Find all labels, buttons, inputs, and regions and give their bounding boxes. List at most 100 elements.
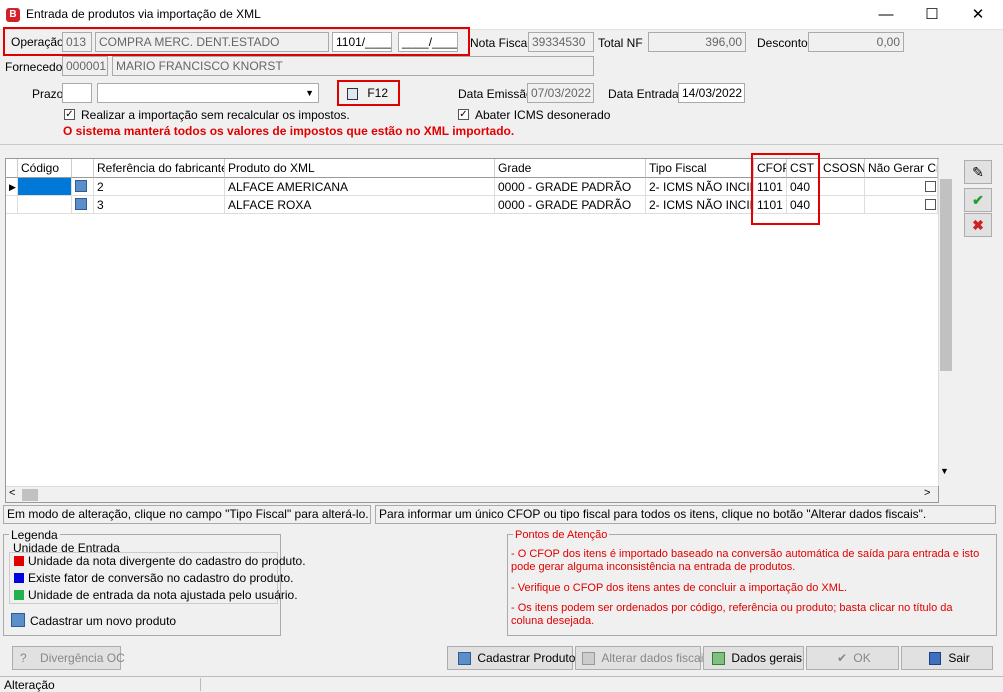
confirm-button[interactable]: ✔ [964,188,992,212]
prazo-select[interactable]: ▼ [97,83,319,103]
minimize-button[interactable]: — [863,0,909,30]
status-left: Em modo de alteração, clique no campo "T… [3,505,371,524]
total-nf-field[interactable]: 396,00 [648,32,746,52]
table-cell-nao-gerar[interactable] [865,196,938,214]
abater-checkbox[interactable]: ✓ [458,109,469,120]
col-csosn[interactable]: CSOSN [820,159,865,178]
warning-text: O sistema manterá todos os valores de im… [63,124,515,138]
table-cell-tipo[interactable]: 2- ICMS NÃO INCIDE [646,196,754,214]
nao-gerar-checkbox[interactable] [925,199,936,210]
add-product-icon[interactable] [11,613,25,627]
attention-p3b: coluna desejada. [511,615,595,627]
dados-gerais-button[interactable]: Dados gerais [703,646,804,670]
edit-button[interactable]: ✎ [964,160,992,184]
legend-item: Unidade de entrada da nota ajustada pelo… [28,588,298,602]
cfop-field-1[interactable]: 1101/____ [332,32,392,52]
hscroll-bar[interactable]: < > [6,486,938,502]
hscroll-thumb[interactable] [22,489,38,501]
col-nao-gerar[interactable]: Não Gerar Cré [865,159,938,178]
chevron-down-icon[interactable]: ▼ [940,466,949,476]
legend-red-swatch [14,556,24,566]
col-codigo[interactable]: Código [18,159,72,178]
cancel-button[interactable]: ✖ [964,213,992,237]
table-cell-produto[interactable]: ALFACE ROXA [225,196,495,214]
grid-icon [582,652,595,666]
vscroll-thumb[interactable] [940,179,952,371]
list-icon [712,652,725,666]
table-cell-codigo[interactable] [18,178,72,196]
check-icon: ✔ [972,192,984,208]
ok-button[interactable]: ✔ OK [806,646,899,670]
chevron-down-icon: ▼ [305,88,314,98]
divergencia-button[interactable]: ? Divergência OC [12,646,125,670]
fornecedor-code-field[interactable]: 000001 [62,56,108,76]
attention-p1: - O CFOP dos itens é importado baseado n… [511,548,980,560]
calendar-icon [347,87,358,100]
operacao-code-field[interactable]: 013 [62,32,92,52]
col-grade[interactable]: Grade [495,159,646,178]
sair-button[interactable]: Sair [901,646,993,670]
table-cell-grade[interactable]: 0000 - GRADE PADRÃO [495,196,646,214]
attention-p2: - Verifique o CFOP dos itens antes de co… [511,582,848,594]
prazo-label: Prazo [32,87,64,101]
fornecedor-label: Fornecedor [5,60,67,74]
product-icon [458,652,471,666]
attention-p3: - Os itens podem ser ordenados por códig… [511,602,953,614]
cfop-cst-highlight [751,153,820,225]
abater-label: Abater ICMS desonerado [475,108,611,122]
row-indicator [6,196,18,214]
alterar-dados-button[interactable]: Alterar dados fiscais [575,646,709,670]
close-button[interactable]: ✕ [955,0,1001,30]
table-cell-csosn[interactable] [820,196,865,214]
col-produto[interactable]: Produto do XML [225,159,495,178]
cadastrar-produtos-button[interactable]: Cadastrar Produtos [447,646,581,670]
realizar-label: Realizar a importação sem recalcular os … [81,108,350,122]
table-cell-nao-gerar[interactable] [865,178,938,196]
chevron-left-icon[interactable]: < [9,487,15,499]
data-emissao-label: Data Emissão [458,87,533,101]
product-link-icon[interactable] [72,196,94,214]
operacao-desc-field[interactable]: COMPRA MERC. DENT.ESTADO [95,32,329,52]
legend-item: Existe fator de conversão no cadastro do… [28,571,294,585]
table-cell-csosn[interactable] [820,178,865,196]
prazo-field[interactable] [62,83,92,103]
status-divider [200,678,201,691]
cfop-field-2[interactable]: ____/____ [398,32,458,52]
table-cell-produto[interactable]: ALFACE AMERICANA [225,178,495,196]
nao-gerar-checkbox[interactable] [925,181,936,192]
col-icon [72,159,94,178]
vscroll-track [938,159,939,486]
col-tipo-fiscal[interactable]: Tipo Fiscal [646,159,754,178]
realizar-checkbox[interactable]: ✓ [64,109,75,120]
col-referencia[interactable]: Referência do fabricante [94,159,225,178]
separator [0,144,1003,145]
status-bar [0,676,1003,691]
table-cell-ref[interactable]: 2 [94,178,225,196]
legend-blue-swatch [14,573,24,583]
table-cell-ref[interactable]: 3 [94,196,225,214]
desconto-label: Desconto [757,36,808,50]
cadastrar-novo-link[interactable]: Cadastrar um novo produto [30,614,176,628]
pencil-icon: ✎ [972,164,984,180]
nota-fiscal-field[interactable]: 39334530 [528,32,594,52]
table-cell-tipo[interactable]: 2- ICMS NÃO INCIDE [646,178,754,196]
data-entrada-field[interactable]: 14/03/2022 [678,83,745,103]
data-emissao-field[interactable]: 07/03/2022 [527,83,594,103]
app-icon: B [6,8,20,22]
attention-title: Pontos de Atenção [513,528,610,542]
status-mode: Alteração [4,678,55,692]
desconto-field[interactable]: 0,00 [808,32,904,52]
maximize-button[interactable]: ☐ [909,0,955,30]
product-link-icon[interactable] [72,178,94,196]
table-cell-grade[interactable]: 0000 - GRADE PADRÃO [495,178,646,196]
table-cell-codigo[interactable] [18,196,72,214]
f12-button[interactable]: F12 [341,83,396,103]
fornecedor-name-field[interactable]: MARIO FRANCISCO KNORST [112,56,594,76]
data-entrada-label: Data Entrada [608,87,679,101]
window-title: Entrada de produtos via importação de XM… [26,7,261,21]
row-indicator-header [6,159,18,178]
question-icon: ? [20,651,27,665]
chevron-right-icon[interactable]: > [924,487,930,499]
x-icon: ✖ [972,217,984,233]
attention-p1b: pode gerar alguma inconsistência na entr… [511,561,796,573]
